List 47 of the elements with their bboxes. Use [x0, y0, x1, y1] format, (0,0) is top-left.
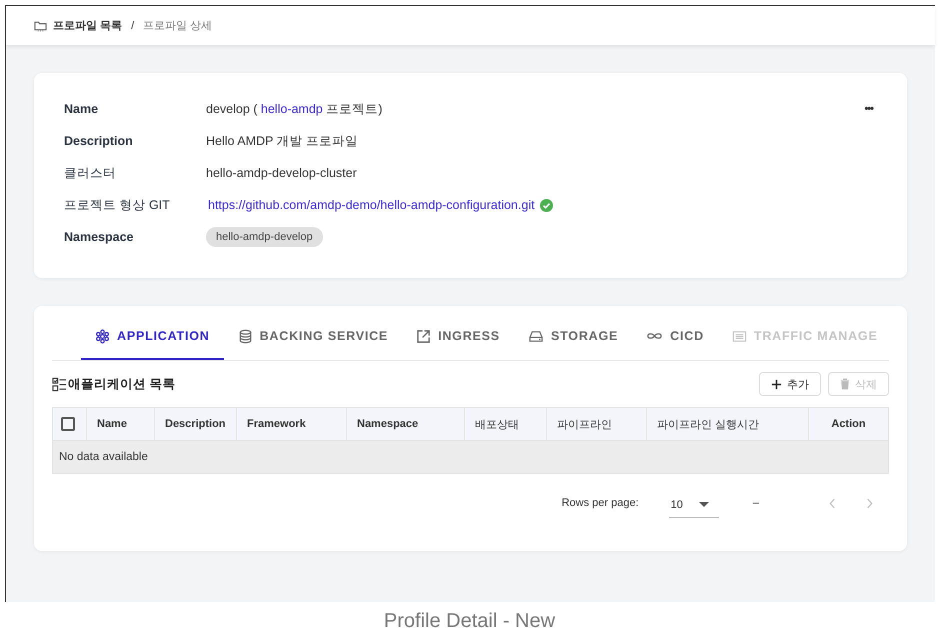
add-button[interactable]: 추가: [759, 372, 821, 396]
infinity-icon: [646, 331, 664, 341]
checklist-icon: [52, 376, 67, 392]
field-value: develop ( hello-amdp 프로젝트): [206, 100, 382, 118]
dropdown-caret-icon: [698, 502, 709, 508]
flower-icon: [95, 328, 110, 344]
list-title: 애플리케이션 목록: [68, 376, 176, 392]
field-value: Hello AMDP 개발 프로파일: [206, 132, 358, 150]
tab[interactable]: BACKING SERVICE: [224, 306, 402, 360]
column-header: 배포상태: [475, 418, 519, 432]
field-label: Name: [64, 102, 100, 116]
tab[interactable]: APPLICATION: [81, 306, 224, 360]
list-icon: [732, 328, 747, 344]
external-link-icon: [416, 328, 432, 344]
page-range: –: [752, 497, 759, 509]
tab[interactable]: INGRESS: [402, 306, 514, 360]
namespace-chip: hello-amdp-develop: [206, 227, 323, 247]
database-icon: [238, 328, 253, 344]
tab[interactable]: CICD: [632, 306, 718, 360]
project-link[interactable]: hello-amdp: [260, 102, 323, 116]
rows-per-page-label: Rows per page:: [562, 497, 639, 509]
column-header: Namespace: [357, 418, 418, 430]
folder-icon: [34, 20, 47, 32]
rows-per-page-select[interactable]: 10: [668, 498, 719, 518]
column-header: Action: [831, 418, 866, 430]
trash-icon: [840, 378, 850, 390]
column-header: Name: [97, 418, 127, 430]
breadcrumb-link[interactable]: 프로파일 목록: [53, 18, 122, 33]
field-value: hello-amdp-develop-cluster: [206, 166, 357, 180]
more-menu-button[interactable]: •••: [864, 103, 873, 115]
column-header: 파이프라인 실행시간: [657, 418, 760, 432]
field-label: Description: [64, 134, 134, 148]
plus-icon: [771, 378, 782, 390]
column-header: Framework: [247, 418, 306, 430]
column-header: 파이프라인: [557, 418, 612, 432]
breadcrumb-current: 프로파일 상세: [143, 19, 212, 33]
breadcrumb-separator: /: [131, 20, 134, 32]
column-header: Description: [165, 418, 226, 430]
tab[interactable]: STORAGE: [514, 306, 632, 360]
drive-icon: [528, 328, 544, 344]
field-label: Namespace: [64, 230, 134, 244]
caption: Profile Detail - New: [384, 610, 556, 632]
field-label: 프로젝트 형상 GIT: [64, 196, 171, 214]
empty-message: No data available: [59, 451, 148, 463]
select-all-checkbox[interactable]: [61, 417, 75, 431]
field-label: 클러스터: [64, 164, 117, 182]
git-link[interactable]: https://github.com/amdp-demo/hello-amdp-configuration.git: [208, 198, 535, 212]
